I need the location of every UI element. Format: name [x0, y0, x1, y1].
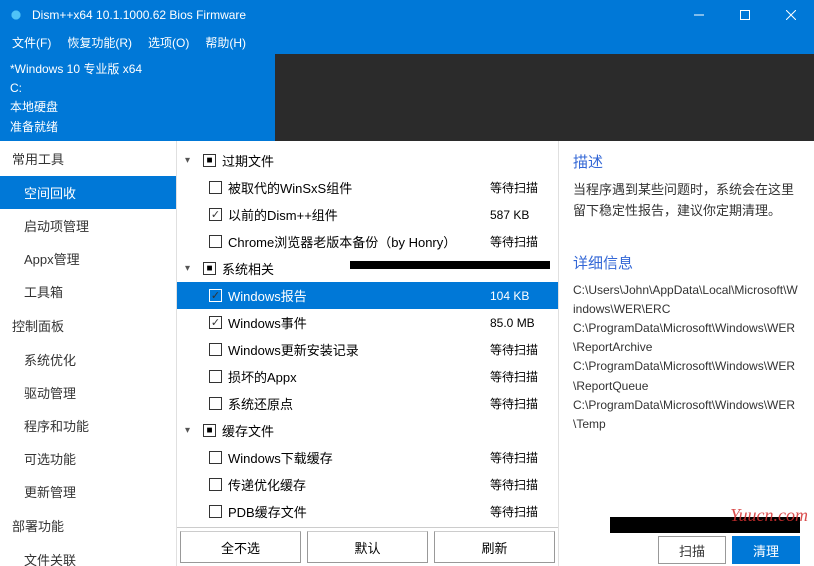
- sidebar-category: 部署功能: [0, 508, 176, 543]
- checkbox[interactable]: ■: [203, 262, 216, 275]
- group-label: 缓存文件: [222, 421, 550, 440]
- item-update-log[interactable]: Windows更新安装记录等待扫描: [177, 336, 558, 363]
- window-title: Dism++x64 10.1.1000.62 Bios Firmware: [32, 8, 676, 22]
- cleanup-panel: ▾ ■ 过期文件 被取代的WinSxS组件等待扫描 ✓以前的Dism++组件58…: [177, 141, 559, 566]
- description-heading: 描述: [573, 151, 800, 172]
- deselect-all-button[interactable]: 全不选: [180, 531, 301, 563]
- item-pdb-cache[interactable]: PDB缓存文件等待扫描: [177, 498, 558, 525]
- default-button[interactable]: 默认: [307, 531, 428, 563]
- minimize-button[interactable]: [676, 0, 722, 30]
- item-old-dism[interactable]: ✓以前的Dism++组件587 KB: [177, 201, 558, 228]
- action-buttons: 扫描 清理: [658, 536, 800, 564]
- checkbox[interactable]: [209, 478, 222, 491]
- group-label: 过期文件: [222, 151, 550, 170]
- sidebar-item-optional[interactable]: 可选功能: [0, 442, 176, 475]
- checkbox[interactable]: [209, 343, 222, 356]
- details-panel: 描述 当程序遇到某些问题时，系统会在这里留下稳定性报告，建议你定期清理。 详细信…: [559, 141, 814, 566]
- scan-button[interactable]: 扫描: [658, 536, 726, 564]
- title-bar: Dism++x64 10.1.1000.62 Bios Firmware: [0, 0, 814, 30]
- checkbox[interactable]: [209, 181, 222, 194]
- path-line: C:\ProgramData\Microsoft\Windows\WER\Rep…: [573, 319, 800, 357]
- item-windows-event[interactable]: ✓Windows事件85.0 MB: [177, 309, 558, 336]
- sidebar-item-space-cleanup[interactable]: 空间回收: [0, 176, 176, 209]
- os-name: *Windows 10 专业版 x64: [10, 60, 265, 79]
- main-content: 常用工具 空间回收 启动项管理 Appx管理 工具箱 控制面板 系统优化 驱动管…: [0, 141, 814, 566]
- sidebar-item-updates[interactable]: 更新管理: [0, 475, 176, 508]
- checkbox[interactable]: ■: [203, 424, 216, 437]
- watermark-text: Yuucn.com: [730, 505, 808, 526]
- checkbox[interactable]: [209, 397, 222, 410]
- group-cache[interactable]: ▾ ■ 缓存文件: [177, 417, 558, 444]
- menu-bar: 文件(F) 恢复功能(R) 选项(O) 帮助(H): [0, 30, 814, 54]
- group-expired[interactable]: ▾ ■ 过期文件: [177, 147, 558, 174]
- sidebar-item-driver[interactable]: 驱动管理: [0, 376, 176, 409]
- sidebar-category: 常用工具: [0, 141, 176, 176]
- item-broken-appx[interactable]: 损坏的Appx等待扫描: [177, 363, 558, 390]
- maximize-button[interactable]: [722, 0, 768, 30]
- path-line: C:\Users\John\AppData\Local\Microsoft\Wi…: [573, 281, 800, 319]
- drive-type: 本地硬盘: [10, 98, 265, 117]
- sidebar: 常用工具 空间回收 启动项管理 Appx管理 工具箱 控制面板 系统优化 驱动管…: [0, 141, 177, 566]
- checkbox[interactable]: [209, 451, 222, 464]
- description-text: 当程序遇到某些问题时，系统会在这里留下稳定性报告，建议你定期清理。: [573, 180, 800, 222]
- menu-options[interactable]: 选项(O): [140, 31, 197, 54]
- redaction-bar: [350, 261, 550, 269]
- cleanup-list[interactable]: ▾ ■ 过期文件 被取代的WinSxS组件等待扫描 ✓以前的Dism++组件58…: [177, 141, 558, 527]
- sidebar-item-fileassoc[interactable]: 文件关联: [0, 543, 176, 566]
- header-panel: *Windows 10 专业版 x64 C: 本地硬盘 准备就绪: [0, 54, 814, 141]
- details-paths: C:\Users\John\AppData\Local\Microsoft\Wi…: [573, 281, 800, 435]
- menu-file[interactable]: 文件(F): [4, 31, 59, 54]
- sidebar-item-startup[interactable]: 启动项管理: [0, 209, 176, 242]
- item-download-cache[interactable]: Windows下载缓存等待扫描: [177, 444, 558, 471]
- system-info: *Windows 10 专业版 x64 C: 本地硬盘 准备就绪: [0, 54, 275, 141]
- item-restore-point[interactable]: 系统还原点等待扫描: [177, 390, 558, 417]
- collapse-icon[interactable]: ▾: [185, 263, 197, 274]
- drive-letter: C:: [10, 79, 265, 98]
- menu-restore[interactable]: 恢复功能(R): [59, 31, 140, 54]
- checkbox[interactable]: ✓: [209, 316, 222, 329]
- item-chrome-backup[interactable]: Chrome浏览器老版本备份（by Honry）等待扫描: [177, 228, 558, 255]
- checkbox[interactable]: ✓: [209, 289, 222, 302]
- item-winsxs[interactable]: 被取代的WinSxS组件等待扫描: [177, 174, 558, 201]
- checkbox[interactable]: [209, 505, 222, 518]
- clean-button[interactable]: 清理: [732, 536, 800, 564]
- item-delivery-cache[interactable]: 传递优化缓存等待扫描: [177, 471, 558, 498]
- checkbox[interactable]: ✓: [209, 208, 222, 221]
- collapse-icon[interactable]: ▾: [185, 425, 197, 436]
- checkbox[interactable]: [209, 370, 222, 383]
- path-line: C:\ProgramData\Microsoft\Windows\WER\Rep…: [573, 357, 800, 395]
- checkbox[interactable]: [209, 235, 222, 248]
- sidebar-item-appx[interactable]: Appx管理: [0, 242, 176, 275]
- refresh-button[interactable]: 刷新: [434, 531, 555, 563]
- sidebar-category: 控制面板: [0, 308, 176, 343]
- banner-area: [275, 54, 814, 141]
- details-heading: 详细信息: [573, 252, 800, 273]
- item-windows-report[interactable]: ✓Windows报告104 KB: [177, 282, 558, 309]
- status-ready: 准备就绪: [10, 118, 265, 137]
- close-button[interactable]: [768, 0, 814, 30]
- sidebar-item-sysopt[interactable]: 系统优化: [0, 343, 176, 376]
- collapse-icon[interactable]: ▾: [185, 155, 197, 166]
- button-bar: 全不选 默认 刷新: [177, 527, 558, 566]
- sidebar-item-programs[interactable]: 程序和功能: [0, 409, 176, 442]
- sidebar-item-toolbox[interactable]: 工具箱: [0, 275, 176, 308]
- checkbox[interactable]: ■: [203, 154, 216, 167]
- app-icon: [8, 7, 24, 23]
- path-line: C:\ProgramData\Microsoft\Windows\WER\Tem…: [573, 396, 800, 434]
- menu-help[interactable]: 帮助(H): [197, 31, 254, 54]
